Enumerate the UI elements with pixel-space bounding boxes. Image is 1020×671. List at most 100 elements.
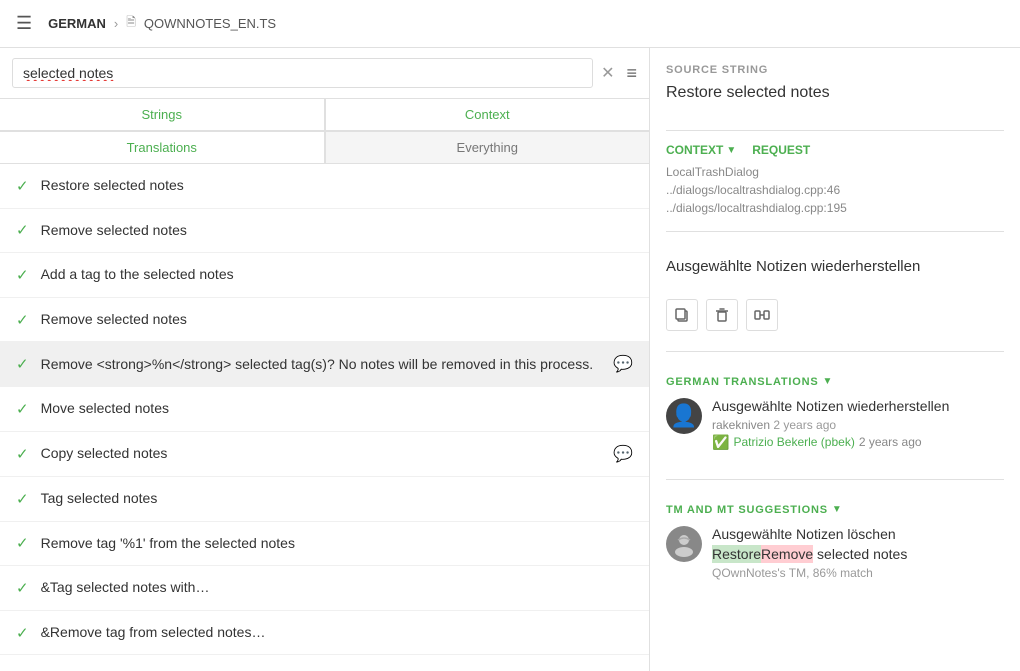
check-icon: ✓ xyxy=(16,579,29,597)
string-text: Copy selected notes xyxy=(41,444,614,464)
check-icon: ✓ xyxy=(16,311,29,329)
check-icon: ✓ xyxy=(16,400,29,418)
tab-translations[interactable]: Translations xyxy=(0,131,325,163)
tm-dropdown-icon: ▼ xyxy=(832,504,843,515)
tab-bar: Strings Context Translations Everything xyxy=(0,99,649,164)
string-text: Tag selected notes xyxy=(41,489,633,509)
tab-strings[interactable]: Strings xyxy=(0,99,325,131)
search-bar: ✕ ≡ xyxy=(0,48,649,99)
check-icon: ✓ xyxy=(16,177,29,195)
entry-username: rakekniven xyxy=(712,418,770,432)
header: ☰ GERMAN › 🗎 QOWNNOTES_EN.TS xyxy=(0,0,1020,48)
tab-context[interactable]: Context xyxy=(325,99,650,131)
translation-display-text: Ausgewählte Notizen wiederherstellen xyxy=(666,256,1004,279)
translation-entry: 👤 Ausgewählte Notizen wiederherstellen r… xyxy=(666,398,1004,451)
check-icon: ✓ xyxy=(16,534,29,552)
comment-icon: 💬 xyxy=(613,444,633,464)
check-icon: ✓ xyxy=(16,624,29,642)
breadcrumb-chevron: › xyxy=(114,16,118,31)
context-info-1: LocalTrashDialog xyxy=(666,165,1004,179)
string-text: Restore selected notes xyxy=(41,176,633,196)
string-item[interactable]: ✓ Remove <strong>%n</strong> selected ta… xyxy=(0,342,649,387)
string-item[interactable]: ✓ Remove selected notes xyxy=(0,298,649,343)
verified-user-link[interactable]: Patrizio Bekerle (pbek) xyxy=(733,435,854,449)
avatar: 👤 xyxy=(666,398,702,434)
tab-everything[interactable]: Everything xyxy=(325,131,650,163)
request-tab[interactable]: REQUEST xyxy=(752,143,810,157)
right-panel: SOURCE STRING Restore selected notes CON… xyxy=(650,48,1020,671)
verified-check-icon: ✅ xyxy=(712,434,729,451)
tm-restore-highlight: Restore xyxy=(712,545,761,563)
search-input[interactable] xyxy=(12,58,593,88)
tm-avatar xyxy=(666,526,702,562)
entry-translation-text: Ausgewählte Notizen wiederherstellen xyxy=(712,398,1004,414)
source-string-label: SOURCE STRING xyxy=(666,64,1004,76)
string-text: Remove selected notes xyxy=(41,221,633,241)
request-tab-label: REQUEST xyxy=(752,143,810,157)
context-dropdown-icon: ▼ xyxy=(726,145,736,156)
string-item[interactable]: ✓ %n notes selected xyxy=(0,655,649,671)
divider xyxy=(666,351,1004,352)
check-icon: ✓ xyxy=(16,355,29,373)
context-info-3: ../dialogs/localtrashdialog.cpp:195 xyxy=(666,201,1004,215)
tm-source-label: QOwnNotes's TM, 86% match xyxy=(712,566,1004,580)
string-text: &Remove tag from selected notes… xyxy=(41,623,633,643)
breadcrumb: GERMAN › 🗎 QOWNNOTES_EN.TS xyxy=(48,13,276,34)
entry-content: Ausgewählte Notizen wiederherstellen rak… xyxy=(712,398,1004,451)
context-tab[interactable]: CONTEXT ▼ xyxy=(666,143,736,157)
string-item[interactable]: ✓ &Remove tag from selected notes… xyxy=(0,611,649,656)
string-item[interactable]: ✓ Tag selected notes xyxy=(0,477,649,522)
string-text: Move selected notes xyxy=(41,399,633,419)
string-item[interactable]: ✓ Restore selected notes xyxy=(0,164,649,209)
string-text: Add a tag to the selected notes xyxy=(41,265,633,285)
divider xyxy=(666,231,1004,232)
tm-suggestions-header: TM AND MT SUGGESTIONS ▼ xyxy=(666,504,1004,516)
string-text: Remove tag '%1' from the selected notes xyxy=(41,534,633,554)
string-text: Remove <strong>%n</strong> selected tag(… xyxy=(41,355,614,375)
filename-label: QOWNNOTES_EN.TS xyxy=(144,16,276,31)
tm-source-text: RestoreRemove selected notes xyxy=(712,546,1004,562)
verified-time: 2 years ago xyxy=(859,435,922,449)
string-item[interactable]: ✓ &Tag selected notes with… xyxy=(0,566,649,611)
language-label: GERMAN xyxy=(48,16,106,31)
translation-area: Ausgewählte Notizen wiederherstellen xyxy=(666,256,1004,279)
entry-time: 2 years ago xyxy=(773,418,836,432)
string-item[interactable]: ✓ Add a tag to the selected notes xyxy=(0,253,649,298)
search-clear-icon[interactable]: ✕ xyxy=(601,63,614,83)
file-icon: 🗎 xyxy=(126,13,136,34)
comment-icon: 💬 xyxy=(613,354,633,374)
source-string-text: Restore selected notes xyxy=(666,84,1004,102)
main-layout: ✕ ≡ Strings Context Translations Everyth… xyxy=(0,48,1020,671)
tm-entry: Ausgewählte Notizen löschen RestoreRemov… xyxy=(666,526,1004,580)
tm-translation-text: Ausgewählte Notizen löschen xyxy=(712,526,1004,542)
check-icon: ✓ xyxy=(16,221,29,239)
search-filter-icon[interactable]: ≡ xyxy=(626,63,637,84)
translation-actions xyxy=(666,299,1004,331)
check-icon: ✓ xyxy=(16,490,29,508)
check-icon: ✓ xyxy=(16,266,29,284)
split-button[interactable] xyxy=(746,299,778,331)
entry-verified: ✅ Patrizio Bekerle (pbek) 2 years ago xyxy=(712,434,1004,451)
tm-remove-highlight: Remove xyxy=(761,545,813,563)
string-item[interactable]: ✓ Remove tag '%1' from the selected note… xyxy=(0,522,649,567)
entry-meta: rakekniven 2 years ago xyxy=(712,418,1004,432)
copy-source-button[interactable] xyxy=(666,299,698,331)
german-translations-header: GERMAN TRANSLATIONS ▼ xyxy=(666,376,1004,388)
context-request-bar: CONTEXT ▼ REQUEST xyxy=(666,143,1004,157)
divider xyxy=(666,130,1004,131)
left-panel: ✕ ≡ Strings Context Translations Everyth… xyxy=(0,48,650,671)
german-translations-dropdown-icon: ▼ xyxy=(823,376,834,387)
string-item[interactable]: ✓ Move selected notes xyxy=(0,387,649,432)
check-icon: ✓ xyxy=(16,445,29,463)
string-text: %n notes selected xyxy=(41,667,633,671)
string-text: Remove selected notes xyxy=(41,310,633,330)
tm-rest-text: selected notes xyxy=(813,546,907,562)
string-item[interactable]: ✓ Copy selected notes 💬 xyxy=(0,432,649,477)
string-item[interactable]: ✓ Remove selected notes xyxy=(0,209,649,254)
delete-button[interactable] xyxy=(706,299,738,331)
context-info-2: ../dialogs/localtrashdialog.cpp:46 xyxy=(666,183,1004,197)
tm-entry-content: Ausgewählte Notizen löschen RestoreRemov… xyxy=(712,526,1004,580)
divider xyxy=(666,479,1004,480)
menu-icon[interactable]: ☰ xyxy=(16,13,32,34)
string-text: &Tag selected notes with… xyxy=(41,578,633,598)
